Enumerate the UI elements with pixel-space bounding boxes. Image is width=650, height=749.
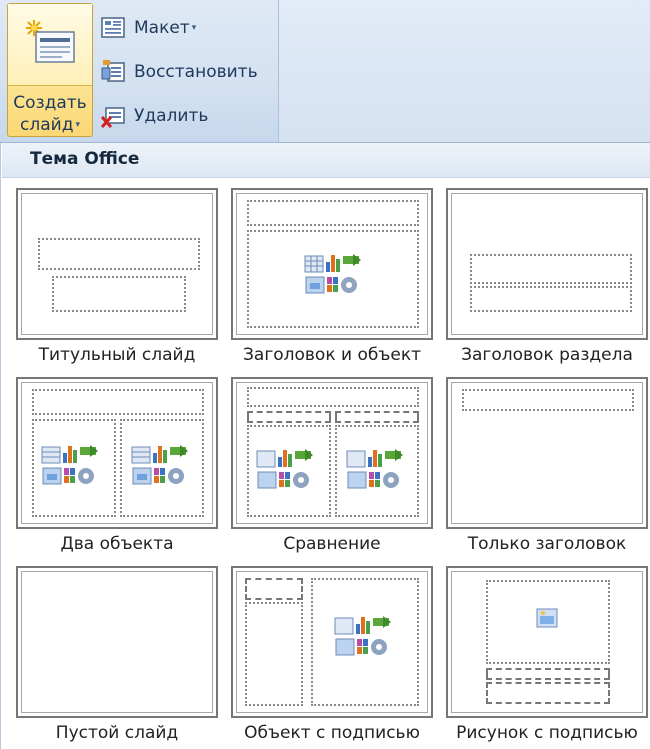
title-placeholder bbox=[470, 254, 632, 284]
layout-caption: Два объекта bbox=[60, 534, 174, 554]
text-placeholder bbox=[486, 682, 610, 704]
title-placeholder bbox=[247, 387, 419, 407]
title-placeholder bbox=[486, 668, 610, 680]
new-slide-label[interactable]: Создать слайд ▾ bbox=[8, 92, 92, 136]
chevron-down-icon: ▾ bbox=[75, 120, 80, 130]
reset-button[interactable]: Восстановить bbox=[96, 52, 272, 92]
layout-caption: Объект с подписью bbox=[244, 723, 420, 743]
layout-thumbnail[interactable] bbox=[446, 566, 648, 718]
content-objects-icon bbox=[131, 445, 188, 485]
layout-thumbnail[interactable] bbox=[231, 566, 433, 718]
content-objects-icon bbox=[256, 449, 313, 489]
chevron-down-icon: ▾ bbox=[191, 23, 197, 33]
title-placeholder bbox=[247, 200, 419, 226]
layout-button[interactable]: Макет ▾ bbox=[96, 8, 272, 48]
new-slide-button[interactable]: Создать слайд ▾ bbox=[7, 3, 93, 137]
text-placeholder bbox=[470, 286, 632, 312]
layout-icon bbox=[101, 17, 125, 38]
delete-label: Удалить bbox=[134, 106, 209, 126]
content-objects-icon bbox=[334, 616, 391, 656]
layout-thumbnail[interactable] bbox=[16, 377, 218, 529]
layout-caption: Заголовок раздела bbox=[461, 345, 633, 365]
layout-caption: Только заголовок bbox=[467, 534, 627, 554]
title-placeholder bbox=[245, 578, 303, 600]
new-slide-button-top[interactable] bbox=[8, 4, 92, 86]
layout-caption: Сравнение bbox=[283, 534, 381, 554]
delete-button[interactable]: Удалить bbox=[96, 96, 272, 136]
heading-left-placeholder bbox=[247, 411, 331, 423]
delete-slide-icon bbox=[100, 107, 125, 129]
reset-label: Восстановить bbox=[134, 62, 258, 82]
layout-thumbnail[interactable] bbox=[446, 188, 648, 340]
content-objects-icon bbox=[41, 445, 98, 485]
layout-thumbnail[interactable] bbox=[16, 188, 218, 340]
gallery-header: Тема Office bbox=[2, 143, 650, 178]
layout-caption: Рисунок с подписью bbox=[456, 723, 638, 743]
title-placeholder bbox=[462, 389, 634, 411]
new-slide-icon bbox=[26, 20, 75, 63]
layout-thumbnail[interactable] bbox=[446, 377, 648, 529]
layout-caption: Заголовок и объект bbox=[243, 345, 421, 365]
layout-thumbnail[interactable] bbox=[231, 377, 433, 529]
layout-gallery: Тема Office Титульный слайд Заголовок и … bbox=[0, 143, 650, 749]
title-placeholder bbox=[38, 238, 200, 270]
reset-slide-icon bbox=[101, 60, 125, 82]
content-objects-icon bbox=[304, 254, 361, 294]
layout-thumbnail[interactable] bbox=[231, 188, 433, 340]
content-objects-icon bbox=[346, 449, 403, 489]
new-slide-label-line1: Создать bbox=[13, 93, 87, 113]
text-placeholder bbox=[245, 602, 303, 706]
subtitle-placeholder bbox=[52, 276, 186, 312]
picture-icon bbox=[536, 608, 558, 628]
ribbon-slides-group: Создать слайд ▾ Макет ▾ Восстановить Уда… bbox=[0, 0, 650, 143]
heading-right-placeholder bbox=[335, 411, 419, 423]
layout-caption: Титульный слайд bbox=[38, 345, 196, 365]
layout-caption: Пустой слайд bbox=[55, 723, 179, 743]
gallery-title: Тема Office bbox=[30, 149, 140, 169]
layout-label: Макет bbox=[134, 18, 190, 38]
layout-thumbnail[interactable] bbox=[16, 566, 218, 718]
ribbon-empty-area bbox=[278, 0, 650, 142]
new-slide-label-line2: слайд bbox=[20, 115, 74, 135]
title-placeholder bbox=[32, 389, 204, 415]
